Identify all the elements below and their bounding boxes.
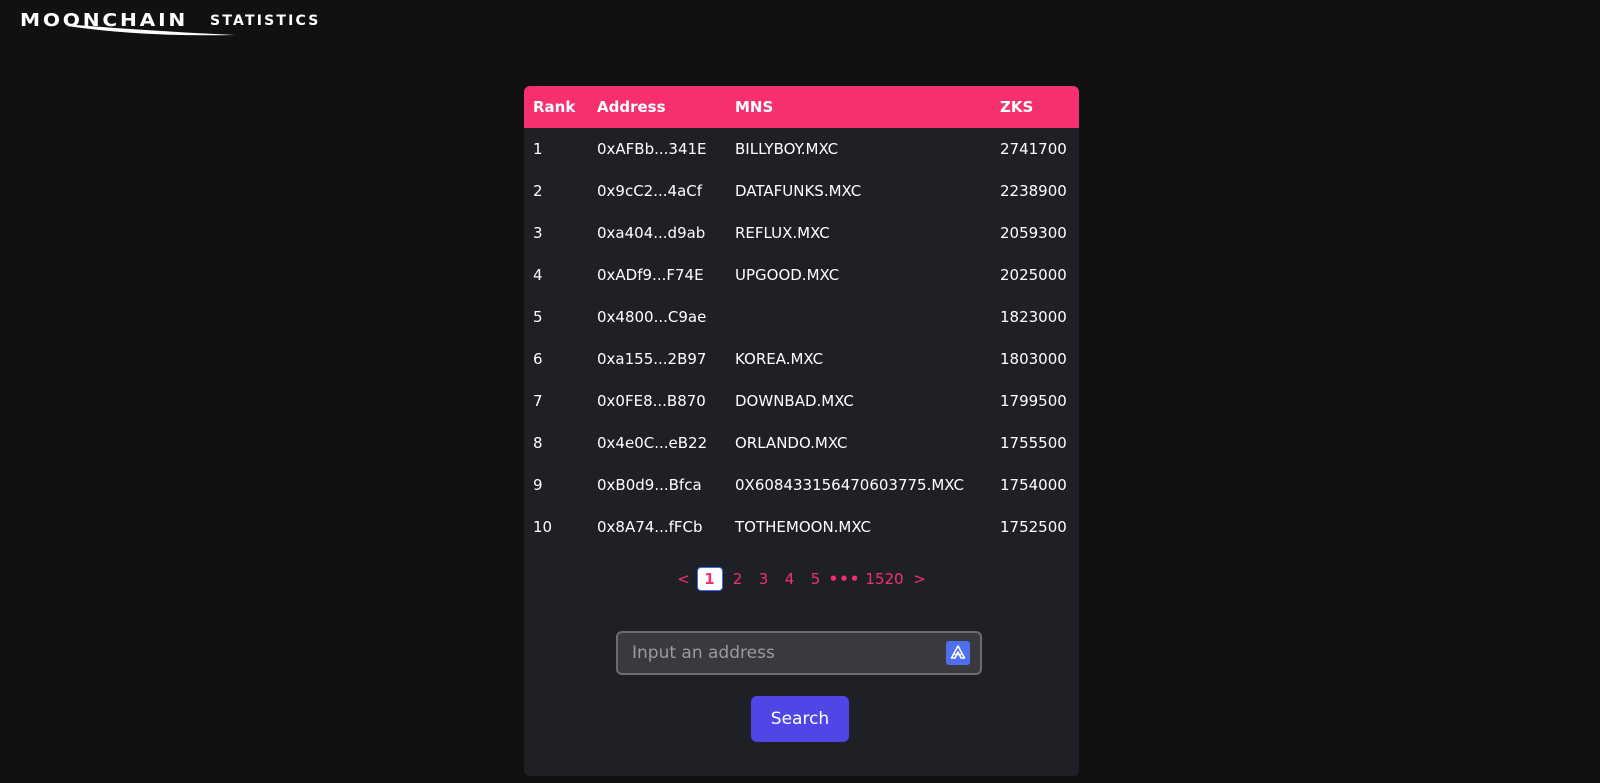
page-button-3[interactable]: 3 (751, 567, 777, 591)
cell-rank: 1 (533, 140, 543, 158)
page-button-2[interactable]: 2 (725, 567, 751, 591)
cell-rank: 5 (533, 308, 543, 326)
cell-zks: 1823000 (1000, 308, 1067, 326)
page-button-4[interactable]: 4 (777, 567, 803, 591)
page-button-last[interactable]: 1520 (861, 567, 909, 591)
cell-mns: DATAFUNKS.MXC (735, 182, 862, 200)
logo-swoosh-icon (67, 25, 236, 36)
cell-rank: 6 (533, 350, 543, 368)
column-header-zks: ZKS (1000, 98, 1034, 116)
cell-mns (726, 296, 991, 338)
cell-rank: 9 (533, 476, 543, 494)
cell-mns: REFLUX.MXC (735, 224, 830, 242)
pagination: < 1 2 3 4 5 ••• 1520 > (524, 567, 1079, 591)
table-header: Rank Address MNS ZKS (524, 86, 1079, 128)
cell-mns: ORLANDO.MXC (735, 434, 848, 452)
cell-address[interactable]: 0x8A74...fFCb (588, 506, 726, 548)
moonchain-logo[interactable]: MOONCHAIN (20, 10, 236, 36)
cell-address[interactable]: 0xADf9...F74E (588, 254, 726, 296)
cell-mns: 0X608433156470603775.MXC (735, 476, 964, 494)
cell-address[interactable]: 0xAFBb...341E (588, 128, 726, 170)
leaderboard-table: Rank Address MNS ZKS 1 0xAFBb...341E BILLY… (524, 86, 1079, 548)
column-header-address: Address (597, 98, 666, 116)
cell-zks: 2059300 (1000, 224, 1067, 242)
cell-mns: DOWNBAD.MXC (735, 392, 854, 410)
table-row[interactable]: 3 0xa404...d9ab REFLUX.MXC 2059300 (524, 212, 1079, 254)
column-header-mns: MNS (735, 98, 774, 116)
address-input[interactable] (618, 633, 928, 673)
cell-rank: 10 (533, 518, 553, 536)
cell-zks: 2741700 (1000, 140, 1067, 158)
table-row[interactable]: 6 0xa155...2B97 KOREA.MXC 1803000 (524, 338, 1079, 380)
cell-mns: UPGOOD.MXC (735, 266, 840, 284)
cell-address[interactable]: 0x0FE8...B870 (588, 380, 726, 422)
cell-address[interactable]: 0x9cC2...4aCf (588, 170, 726, 212)
cell-rank: 3 (533, 224, 543, 242)
page-ellipsis-button[interactable]: ••• (829, 567, 861, 591)
page-button-1[interactable]: 1 (696, 567, 723, 591)
cell-zks: 2025000 (1000, 266, 1067, 284)
cell-address[interactable]: 0xa404...d9ab (588, 212, 726, 254)
table-row[interactable]: 2 0x9cC2...4aCf DATAFUNKS.MXC 2238900 (524, 170, 1079, 212)
table-row[interactable]: 4 0xADf9...F74E UPGOOD.MXC 2025000 (524, 254, 1079, 296)
cell-zks: 1754000 (1000, 476, 1067, 494)
table-row[interactable]: 1 0xAFBb...341E BILLYBOY.MXC 2741700 (524, 128, 1079, 170)
cell-address[interactable]: 0xa155...2B97 (588, 338, 726, 380)
cell-address[interactable]: 0xB0d9...Bfca (588, 464, 726, 506)
autofill-icon[interactable] (946, 641, 970, 665)
cell-zks: 1752500 (1000, 518, 1067, 536)
column-header-rank: Rank (533, 98, 576, 116)
prev-page-button[interactable]: < (673, 567, 695, 591)
table-body: 1 0xAFBb...341E BILLYBOY.MXC 2741700 2 0x9cC2… (524, 128, 1079, 548)
cell-rank: 2 (533, 182, 543, 200)
address-search-field (616, 631, 982, 675)
table-row[interactable]: 8 0x4e0C...eB22 ORLANDO.MXC 1755500 (524, 422, 1079, 464)
page-button-5[interactable]: 5 (803, 567, 829, 591)
cell-zks: 1755500 (1000, 434, 1067, 452)
table-row[interactable]: 7 0x0FE8...B870 DOWNBAD.MXC 1799500 (524, 380, 1079, 422)
cell-rank: 7 (533, 392, 543, 410)
cell-mns: KOREA.MXC (735, 350, 824, 368)
cell-address[interactable]: 0x4800...C9ae (588, 296, 726, 338)
cell-rank: 8 (533, 434, 543, 452)
table-row[interactable]: 5 0x4800...C9ae 1823000 (524, 296, 1079, 338)
cell-address[interactable]: 0x4e0C...eB22 (588, 422, 726, 464)
cell-rank: 4 (533, 266, 543, 284)
cell-zks: 2238900 (1000, 182, 1067, 200)
cell-mns: BILLYBOY.MXC (735, 140, 839, 158)
cell-zks: 1803000 (1000, 350, 1067, 368)
leaderboard-card: Rank Address MNS ZKS 1 0xAFBb...341E BILLY… (524, 86, 1079, 776)
next-page-button[interactable]: > (909, 567, 931, 591)
table-row[interactable]: 9 0xB0d9...Bfca 0X608433156470603775.MXC 17… (524, 464, 1079, 506)
cell-mns: TOTHEMOON.MXC (735, 518, 872, 536)
table-row[interactable]: 10 0x8A74...fFCb TOTHEMOON.MXC 1752500 (524, 506, 1079, 548)
search-button[interactable]: Search (751, 696, 849, 742)
cell-zks: 1799500 (1000, 392, 1067, 410)
top-bar: MOONCHAIN STATISTICS (20, 10, 321, 40)
